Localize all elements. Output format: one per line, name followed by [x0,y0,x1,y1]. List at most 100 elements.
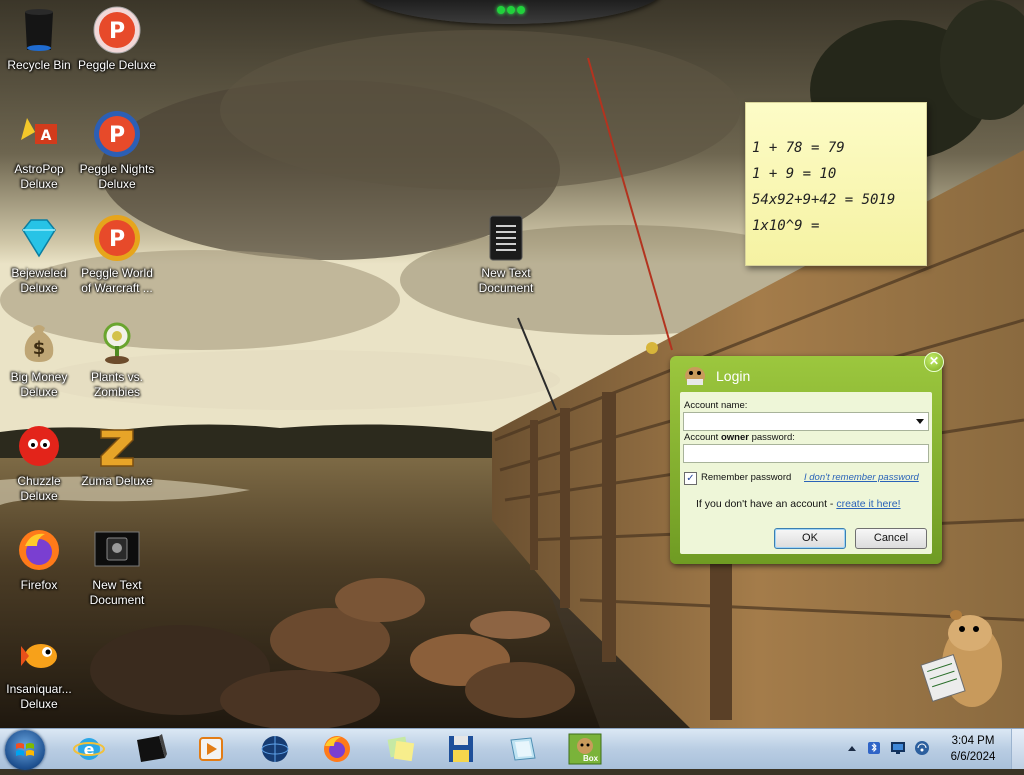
remember-password-checkbox[interactable]: ✓ [684,472,697,485]
bejeweled-icon [15,214,63,262]
hamster-icon [682,361,708,387]
desktop-icon-zuma-deluxe[interactable]: Zuma Deluxe [77,422,157,489]
account-name-label: Account name: [684,400,748,411]
taskbar-sticky-notes[interactable] [377,732,421,766]
astropop-icon: A [15,110,63,158]
network-icon[interactable] [914,740,930,756]
status-led-icon [507,6,515,14]
desktop-icon-label: Firefox [20,578,58,592]
firefox-icon [324,736,350,762]
show-hidden-icons-chevron[interactable] [846,742,862,758]
start-button[interactable] [5,730,45,770]
status-led-icon [497,6,505,14]
desktop-icon-label: Insaniquar... Deluxe [6,682,72,711]
desktop-icon-new-text-document-2[interactable]: New Text Document [77,526,157,608]
globe-icon [261,736,289,762]
no-account-text: If you don't have an account - create it… [696,498,901,510]
ok-button[interactable]: OK [774,528,846,549]
svg-text:P: P [109,19,125,44]
sticky-notes-icon [387,736,415,762]
peggle-icon: P [93,6,141,54]
internet-explorer-icon: e [73,738,105,760]
sticky-note-line[interactable]: 54x92+9+42 = 5019 [746,187,926,213]
desktop-icon-label: Recycle Bin [7,58,71,72]
taskbar-hamster-box[interactable]: Box [563,732,607,766]
desktop-icon-recycle-bin[interactable]: Recycle Bin [0,6,79,73]
hamster-box-label: Box [583,754,599,763]
password-label: Account owner password: [684,432,795,443]
desktop-icon-chuzzle-deluxe[interactable]: Chuzzle Deluxe [0,422,79,504]
desktop-icon-peggle-world-of-warcraft[interactable]: P Peggle World of Warcraft ... [77,214,157,296]
desktop-icon-label: Peggle World of Warcraft ... [81,266,153,295]
login-dialog-title: Login [716,368,751,384]
taskbar-media-player[interactable] [189,732,233,766]
desktop-icon-label: Peggle Deluxe [77,58,157,72]
desktop-icon-label: Big Money Deluxe [10,370,68,399]
bluetooth-icon[interactable] [866,740,882,756]
media-player-icon [199,737,223,761]
chevron-down-icon[interactable] [916,419,924,424]
status-led-icon [517,6,525,14]
close-icon[interactable]: ✕ [924,352,944,372]
desktop-icon-label: Peggle Nights Deluxe [79,162,155,191]
text-document-dark-icon [93,526,141,574]
slides-icon [510,737,536,761]
sticky-note[interactable]: 1 + 78 = 79 1 + 9 = 10 54x92+9+42 = 5019… [745,102,927,266]
desktop-icon-label: Chuzzle Deluxe [17,474,61,503]
sticky-note-line[interactable]: 1 + 9 = 10 [746,161,926,187]
insaniquarium-fish-icon [15,630,63,678]
chuzzle-icon [15,422,63,470]
clock[interactable]: 3:04 PM 6/6/2024 [940,733,1006,765]
svg-text:$: $ [33,338,46,359]
zuma-icon [93,422,141,470]
firefox-icon [15,526,63,574]
floppy-save-icon [449,736,473,762]
taskbar-firefox[interactable] [315,732,359,766]
cancel-button[interactable]: Cancel [855,528,927,549]
taskbar-black-box-app[interactable] [129,732,173,766]
peggle-nights-icon: P [93,110,141,158]
hamster-gadget[interactable] [920,603,1010,713]
desktop-icon-insaniquarium-deluxe[interactable]: Insaniquar... Deluxe [0,630,79,712]
create-account-link[interactable]: create it here! [836,498,900,510]
sticky-note-line[interactable]: 1x10^9 = [746,213,926,239]
password-field[interactable] [683,444,929,463]
svg-text:P: P [109,123,125,148]
desktop-icon-label: AstroPop Deluxe [14,162,64,191]
taskbar-floppy-save[interactable] [439,732,483,766]
desktop-icon-big-money-deluxe[interactable]: $ Big Money Deluxe [0,318,79,400]
sticky-note-line[interactable]: 1 + 78 = 79 [746,135,926,161]
taskbar-internet-explorer[interactable]: e [67,732,111,766]
clock-time: 3:04 PM [951,735,995,747]
text-document-icon [482,214,530,262]
forgot-password-link[interactable]: I don't remember password [804,472,919,483]
desktop-icon-label: Zuma Deluxe [81,474,153,488]
taskbar: e Box 3:04 PM 6/6/2024 [0,728,1024,770]
desktop-icon-new-text-document[interactable]: New Text Document [466,214,546,296]
account-name-combobox[interactable] [683,412,929,431]
taskbar-globe[interactable] [253,732,297,766]
desktop-icon-label: Plants vs. Zombies [90,370,144,399]
clock-date: 6/6/2024 [950,751,996,763]
desktop-icon-peggle-deluxe[interactable]: P Peggle Deluxe [77,6,157,73]
black-box-app-icon [137,734,167,762]
monitor-icon[interactable] [890,740,906,756]
system-tray: 3:04 PM 6/6/2024 [842,729,1024,769]
recycle-bin-icon [15,6,63,54]
svg-text:A: A [41,128,52,144]
desktop-icon-label: New Text Document [478,266,534,295]
desktop-icon-plants-vs-zombies[interactable]: Plants vs. Zombies [77,318,157,400]
taskbar-slides[interactable] [501,732,545,766]
desktop-icon-label: Bejeweled Deluxe [11,266,67,295]
plants-vs-zombies-icon [93,318,141,366]
desktop-icon-peggle-nights[interactable]: P Peggle Nights Deluxe [77,110,157,192]
desktop-icon-firefox[interactable]: Firefox [0,526,79,593]
peggle-wow-icon: P [93,214,141,262]
login-dialog[interactable]: Login ✕ Account name: Account owner pass… [670,352,944,564]
show-desktop-button[interactable] [1011,729,1024,769]
desktop-icon-astropop-deluxe[interactable]: A AstroPop Deluxe [0,110,79,192]
svg-text:P: P [109,227,125,252]
remember-password-label[interactable]: Remember password [701,472,791,483]
login-form: Account name: Account owner password: ✓ … [680,392,932,554]
desktop-icon-bejeweled-deluxe[interactable]: Bejeweled Deluxe [0,214,79,296]
